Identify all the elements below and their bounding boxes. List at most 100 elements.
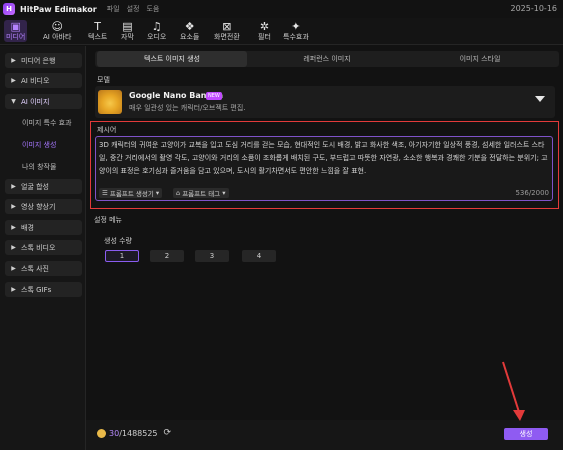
menu-file[interactable]: 파일 xyxy=(107,4,120,14)
count-option-1[interactable]: 1 xyxy=(105,250,139,262)
prompt-textarea[interactable]: 3D 캐릭터의 귀여운 고양이가 교복을 입고 도심 거리를 걷는 모습, 현대… xyxy=(95,136,553,201)
prompt-generator-label: 프롬프트 생성기 xyxy=(109,190,154,198)
tool-transition-label: 화면전환 xyxy=(214,33,240,41)
chevron-right-icon: ▶ xyxy=(11,77,16,84)
prompt-generator-icon: ☰ xyxy=(102,189,110,197)
model-selector[interactable]: Google Nano Banana NEW 매우 일관성 있는 캐릭터/오브젝… xyxy=(95,86,555,118)
model-description: 매우 일관성 있는 캐릭터/오브젝트 편집. xyxy=(129,104,246,112)
chevron-down-icon: ▼ xyxy=(11,98,16,105)
refresh-icon[interactable]: ⟳ xyxy=(164,428,172,438)
generate-button[interactable]: 생성 xyxy=(504,428,548,440)
new-badge: NEW xyxy=(206,92,222,100)
chevron-right-icon: ▶ xyxy=(11,203,16,210)
chevron-right-icon: ▶ xyxy=(11,286,16,293)
sidebar-item-stock-video[interactable]: ▶ 스톡 비디오 xyxy=(5,240,82,255)
sidebar-sub-image-generate[interactable]: 이미지 생성 xyxy=(22,140,56,150)
prompt-tag-label: 프롬프트 태그 xyxy=(182,190,221,198)
sidebar-item-label: AI 비디오 xyxy=(21,76,50,85)
sidebar-item-label: AI 이미지 xyxy=(21,97,50,106)
tool-elements[interactable]: ❖ 요소들 xyxy=(180,20,199,42)
tool-text[interactable]: T 텍스트 xyxy=(88,20,107,42)
sidebar-item-label: 얼굴 합성 xyxy=(21,182,49,191)
count-option-4[interactable]: 4 xyxy=(242,250,276,262)
menu-bar: 파일 설정 도움 xyxy=(107,4,160,14)
arrow-shaft xyxy=(502,361,520,413)
sidebar-item-face-swap[interactable]: ▶ 얼굴 합성 xyxy=(5,179,82,194)
tool-ai-avatar-label: AI 아바타 xyxy=(43,33,72,41)
elements-icon: ❖ xyxy=(184,20,195,33)
sidebar-item-ai-video[interactable]: ▶ AI 비디오 xyxy=(5,73,82,88)
chevron-right-icon: ▶ xyxy=(11,224,16,231)
chevron-right-icon: ▶ xyxy=(11,265,16,272)
sidebar-item-media-bank[interactable]: ▶ 미디어 은행 xyxy=(5,53,82,68)
credits-display: 30 /1488525 ⟳ xyxy=(97,428,171,438)
count-option-2[interactable]: 2 xyxy=(150,250,184,262)
subtitle-icon: ▤ xyxy=(122,20,133,33)
sidebar-sub-my-creations[interactable]: 나의 창작물 xyxy=(22,162,56,172)
app-logo-icon: H xyxy=(3,3,15,15)
tool-audio[interactable]: ♫ 오디오 xyxy=(147,20,166,42)
text-icon: T xyxy=(94,20,102,33)
sidebar-item-stock-gifs[interactable]: ▶ 스톡 GIFs xyxy=(5,282,82,297)
model-thumbnail xyxy=(98,90,122,114)
credits-total: /1488525 xyxy=(119,428,158,438)
effects-icon: ✦ xyxy=(291,20,301,33)
transition-icon: ⊠ xyxy=(222,20,232,33)
sidebar-item-label: 영상 향상기 xyxy=(21,202,56,211)
dropdown-caret-icon[interactable] xyxy=(535,96,545,102)
media-icon: ▣ xyxy=(10,20,21,33)
tool-effects[interactable]: ✦ 특수효과 xyxy=(283,20,309,42)
generation-count-label: 생성 수량 xyxy=(104,237,132,245)
sidebar-item-label: 배경 xyxy=(21,223,34,232)
filter-icon: ✲ xyxy=(259,20,270,33)
sidebar-item-video-enhancer[interactable]: ▶ 영상 향상기 xyxy=(5,199,82,214)
prompt-generator-button[interactable]: ☰ 프롬프트 생성기 ▾ xyxy=(99,188,163,198)
menu-help[interactable]: 도움 xyxy=(146,4,159,14)
date-label: 2025-10-16 xyxy=(510,4,558,13)
sidebar-item-label: 스톡 GIFs xyxy=(21,285,52,294)
credits-used: 30 xyxy=(109,428,120,438)
title-bar: H HitPaw Edimakor 파일 설정 도움 2025-10-16 xyxy=(0,0,563,18)
tab-text-to-image[interactable]: 텍스트 이미지 생성 xyxy=(97,51,247,67)
prompt-tag-button[interactable]: ⌂ 프롬프트 태그 ▾ xyxy=(173,188,229,198)
audio-icon: ♫ xyxy=(151,20,162,33)
tool-media[interactable]: ▣ 미디어 xyxy=(4,20,28,42)
coin-icon xyxy=(97,428,106,438)
prompt-text: 3D 캐릭터의 귀여운 고양이가 교복을 입고 도심 거리를 걷는 모습, 현대… xyxy=(99,141,548,175)
sidebar-sub-image-effects[interactable]: 이미지 특수 효과 xyxy=(22,118,72,128)
count-option-3[interactable]: 3 xyxy=(195,250,229,262)
char-count: 536 xyxy=(515,189,529,197)
chevron-down-icon: ▾ xyxy=(153,189,160,197)
sidebar-item-background[interactable]: ▶ 배경 xyxy=(5,220,82,235)
tool-filter-label: 필터 xyxy=(258,33,271,41)
tool-filter[interactable]: ✲ 필터 xyxy=(258,20,271,42)
tool-text-label: 텍스트 xyxy=(88,33,108,41)
tool-ai-avatar[interactable]: ☺ AI 아바타 xyxy=(43,20,71,42)
settings-section-label: 설정 메뉴 xyxy=(94,216,122,224)
sidebar-item-label: 스톡 사진 xyxy=(21,264,49,273)
char-max: /2000 xyxy=(528,189,549,197)
tool-transition[interactable]: ⊠ 화면전환 xyxy=(214,20,240,42)
character-counter: 536/2000 xyxy=(515,189,549,197)
menu-settings[interactable]: 설정 xyxy=(127,4,140,14)
app-name: HitPaw Edimakor xyxy=(20,4,97,14)
model-section-label: 모델 xyxy=(97,76,110,84)
sidebar-item-ai-image[interactable]: ▼ AI 이미지 xyxy=(5,94,82,109)
chevron-down-icon: ▾ xyxy=(220,189,226,197)
tool-audio-label: 오디오 xyxy=(147,33,167,41)
tool-subtitle[interactable]: ▤ 자막 xyxy=(121,20,134,42)
prompt-section-label: 제시어 xyxy=(97,126,117,134)
sidebar: ▶ 미디어 은행 ▶ AI 비디오 ▼ AI 이미지 이미지 특수 효과 이미지… xyxy=(0,46,86,450)
tab-image-style[interactable]: 이미지 스타일 xyxy=(405,51,555,67)
tool-media-label: 미디어 xyxy=(6,33,26,41)
generation-tabs: 텍스트 이미지 생성 레퍼런스 이미지 이미지 스타일 xyxy=(95,51,559,67)
ai-avatar-icon: ☺ xyxy=(51,20,63,33)
chevron-right-icon: ▶ xyxy=(11,57,16,64)
tool-subtitle-label: 자막 xyxy=(121,33,134,41)
chevron-right-icon: ▶ xyxy=(11,183,16,190)
sidebar-item-stock-photo[interactable]: ▶ 스톡 사진 xyxy=(5,261,82,276)
tool-effects-label: 특수효과 xyxy=(283,33,309,41)
tab-reference-image[interactable]: 레퍼런스 이미지 xyxy=(252,51,402,67)
sidebar-item-label: 스톡 비디오 xyxy=(21,243,56,252)
tool-elements-label: 요소들 xyxy=(180,33,200,41)
